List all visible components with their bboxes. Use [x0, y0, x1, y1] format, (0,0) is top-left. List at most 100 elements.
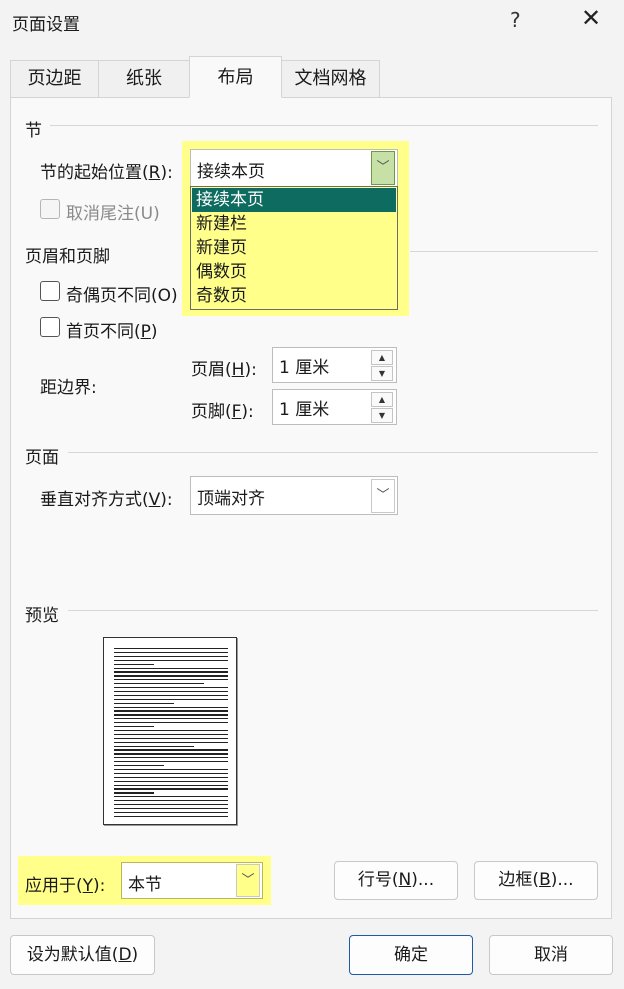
close-icon[interactable]: ✕ — [576, 4, 606, 38]
suppress-endnotes-checkbox[interactable] — [40, 199, 60, 219]
preview-text-line — [114, 804, 228, 806]
preview-text-line — [114, 648, 228, 650]
tab-margins[interactable]: 页边距 — [10, 60, 99, 98]
from-edge-label: 距边界: — [40, 378, 97, 398]
preview-text-line — [114, 765, 164, 767]
section-divider — [50, 125, 598, 126]
preview-text-line — [114, 663, 154, 665]
preview-text-line — [114, 714, 228, 716]
vertical-alignment-label: 垂直对齐方式(V): — [40, 490, 173, 510]
preview-text-line — [114, 768, 228, 771]
preview-text-line — [114, 737, 228, 739]
preview-text-line — [114, 687, 228, 689]
preview-text-line — [114, 749, 228, 751]
header-distance-label: 页眉(H): — [191, 360, 257, 380]
preview-text-line — [114, 753, 228, 755]
headers-footers-group-label: 页眉和页脚 — [25, 247, 110, 267]
section-start-combo[interactable]: 接续本页 ﹀ — [190, 149, 398, 187]
section-group-label: 节 — [25, 121, 42, 141]
preview-text-line — [114, 718, 228, 720]
cancel-button[interactable]: 取消 — [489, 935, 613, 975]
footer-distance-spinner[interactable]: 1 厘米 ▲ ▼ — [272, 389, 397, 425]
dialog-title: 页面设置 — [12, 15, 80, 35]
page-divider — [68, 452, 598, 453]
preview-text-line — [114, 690, 228, 693]
apply-to-value: 本节 — [128, 875, 162, 895]
preview-text-line — [114, 800, 228, 802]
apply-to-combo[interactable]: 本节 ﹀ — [121, 862, 263, 899]
preview-text-line — [114, 776, 228, 778]
preview-group-label: 预览 — [25, 606, 59, 626]
preview-text-line — [114, 694, 228, 697]
title-bar — [0, 0, 624, 46]
preview-text-line — [114, 741, 228, 743]
first-page-checkbox[interactable] — [40, 317, 60, 337]
chevron-down-icon[interactable]: ﹀ — [236, 864, 260, 897]
preview-text-line — [114, 757, 228, 759]
tab-layout[interactable]: 布局 — [189, 56, 282, 98]
page-group-label: 页面 — [25, 448, 59, 468]
preview-text-line — [114, 811, 228, 814]
preview-text-line — [114, 807, 228, 810]
tab-paper[interactable]: 纸张 — [98, 60, 190, 98]
footer-distance-value: 1 厘米 — [279, 400, 330, 420]
header-distance-spinner[interactable]: 1 厘米 ▲ ▼ — [272, 347, 397, 383]
preview-divider — [68, 610, 598, 611]
chevron-down-icon[interactable]: ﹀ — [371, 151, 395, 185]
vertical-alignment-combo[interactable]: 顶端对齐 ﹀ — [190, 476, 398, 515]
preview-text-line — [114, 815, 228, 817]
list-item[interactable]: 新建栏 — [192, 212, 396, 236]
preview-text-line — [114, 710, 228, 712]
preview-text-line — [114, 706, 228, 708]
vertical-alignment-value: 顶端对齐 — [197, 489, 265, 509]
header-distance-value: 1 厘米 — [279, 358, 330, 378]
preview-text-line — [114, 761, 228, 763]
preview-text-line — [114, 702, 174, 704]
preview-text-line — [114, 655, 228, 658]
footer-distance-label: 页脚(F): — [191, 402, 254, 422]
preview-text-line — [114, 659, 228, 661]
odd-even-label: 奇偶页不同(O) — [66, 286, 178, 306]
tab-document-grid[interactable]: 文档网格 — [281, 60, 380, 98]
preview-text-line — [114, 780, 228, 782]
preview-text-line — [114, 667, 228, 669]
preview-text-line — [114, 671, 228, 673]
list-item[interactable]: 偶数页 — [192, 260, 396, 284]
odd-even-checkbox[interactable] — [40, 281, 60, 301]
preview-text-line — [114, 772, 228, 775]
preview-text-line — [114, 726, 154, 728]
list-item[interactable]: 接续本页 — [192, 188, 396, 212]
chevron-down-icon[interactable]: ﹀ — [371, 479, 395, 513]
preview-text-line — [114, 792, 154, 794]
preview-text-line — [114, 745, 194, 747]
suppress-endnotes-label: 取消尾注(U) — [66, 204, 160, 224]
preview-text-line — [114, 796, 228, 798]
section-start-label: 节的起始位置(R): — [40, 163, 173, 183]
apply-to-label: 应用于(Y): — [25, 876, 106, 896]
preview-text-line — [114, 733, 228, 736]
first-page-label: 首页不同(P) — [66, 322, 158, 342]
preview-text-line — [114, 679, 228, 681]
spin-up-icon[interactable]: ▲ — [371, 392, 393, 407]
page-preview — [103, 637, 237, 825]
preview-text-line — [114, 729, 228, 732]
preview-text-line — [114, 698, 228, 700]
section-start-options[interactable]: 接续本页 新建栏 新建页 偶数页 奇数页 — [190, 186, 398, 310]
preview-text-line — [114, 683, 204, 685]
preview-text-line — [114, 784, 228, 786]
preview-text-line — [114, 651, 228, 654]
spin-up-icon[interactable]: ▲ — [371, 350, 393, 365]
spin-down-icon[interactable]: ▼ — [371, 366, 393, 381]
spin-down-icon[interactable]: ▼ — [371, 408, 393, 423]
section-start-value: 接续本页 — [197, 162, 265, 182]
headers-footers-divider — [410, 251, 598, 252]
borders-button[interactable]: 边框(B)... — [474, 861, 598, 900]
preview-text-line — [114, 788, 228, 790]
help-icon[interactable]: ? — [510, 8, 521, 32]
preview-text-line — [114, 722, 228, 724]
list-item[interactable]: 奇数页 — [192, 284, 396, 308]
line-numbers-button[interactable]: 行号(N)... — [334, 861, 458, 900]
list-item[interactable]: 新建页 — [192, 236, 396, 260]
set-as-default-button[interactable]: 设为默认值(D) — [10, 935, 155, 975]
ok-button[interactable]: 确定 — [349, 935, 473, 975]
